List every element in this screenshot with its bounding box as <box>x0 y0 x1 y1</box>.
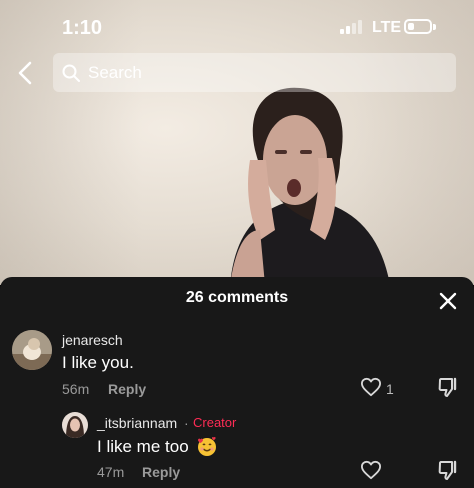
comment-text: I like you. <box>62 353 134 372</box>
reply-age: 47m <box>97 464 125 480</box>
battery-icon <box>404 19 432 34</box>
avatar[interactable] <box>12 330 52 370</box>
search-bar[interactable]: Search <box>53 53 456 92</box>
like-count: 1 <box>386 381 394 397</box>
dislike-icon[interactable] <box>437 459 459 481</box>
search-placeholder: Search <box>88 62 142 82</box>
comments-sheet: 26 comments jenaresch I like you. 56m Re… <box>0 277 474 488</box>
cellular-signal-icon <box>340 20 362 34</box>
heart-icon[interactable] <box>360 377 382 397</box>
comment-username[interactable]: jenaresch <box>62 332 123 348</box>
smiling-face-with-hearts-icon <box>198 437 216 456</box>
creator-badge: Creator <box>193 415 237 430</box>
network-type: LTE <box>372 19 402 36</box>
creator-avatar[interactable] <box>62 412 88 438</box>
status-time: 1:10 <box>62 17 103 39</box>
reply-button[interactable]: Reply <box>108 381 146 397</box>
battery-fill <box>408 23 414 30</box>
dislike-icon[interactable] <box>437 376 459 398</box>
comment-age: 56m <box>62 381 90 397</box>
video-person-image <box>230 87 390 285</box>
avatar-image <box>12 330 52 370</box>
separator-dot: · <box>184 415 189 431</box>
status-bar: 1:10 LTE <box>0 0 474 52</box>
creator-avatar-image <box>62 412 88 438</box>
back-icon[interactable] <box>14 60 38 86</box>
search-icon <box>62 64 80 82</box>
reply-button[interactable]: Reply <box>142 464 180 480</box>
comments-title: 26 comments <box>185 289 289 306</box>
reply-text: I like me too <box>97 437 189 456</box>
reply-username[interactable]: _itsbriannam <box>97 415 177 431</box>
heart-icon[interactable] <box>360 460 382 480</box>
battery-tip <box>433 24 436 30</box>
close-icon[interactable] <box>438 291 458 311</box>
